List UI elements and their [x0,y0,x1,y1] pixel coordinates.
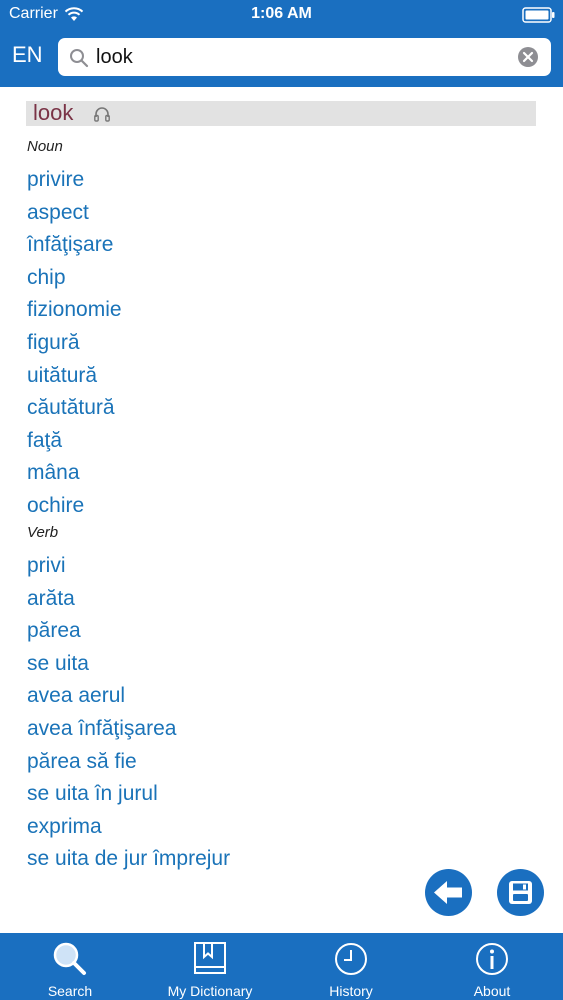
tab-label: Search [47,983,93,999]
translation-item[interactable]: uitătură [27,364,97,388]
translation-item[interactable]: figură [27,331,80,355]
headword-bar: look [26,100,536,126]
search-input[interactable] [96,38,506,76]
search-icon [70,49,89,68]
translation-item[interactable]: avea aerul [27,684,125,708]
translation-item[interactable]: ochire [27,494,84,518]
translation-item[interactable]: privi [27,554,66,578]
clear-icon[interactable] [518,47,538,67]
tab-label: History [329,983,373,999]
battery-icon [522,7,555,23]
translation-item[interactable]: părea să fie [27,750,137,774]
language-button[interactable]: EN [12,42,43,68]
tab-my-dictionary[interactable]: My Dictionary [140,933,280,1000]
translation-item[interactable]: se uita de jur împrejur [27,847,230,871]
save-icon[interactable] [497,869,544,916]
translation-item[interactable]: aspect [27,201,89,225]
translation-item[interactable]: avea înfăţişarea [27,717,176,741]
translation-item[interactable]: arăta [27,587,75,611]
pos-label-noun: Noun [27,138,63,155]
translation-item[interactable]: se uita [27,652,89,676]
translation-item[interactable]: căutătură [27,396,115,420]
tab-search[interactable]: Search [0,933,140,1000]
search-icon [53,942,86,975]
headword: look [33,100,74,125]
translation-item[interactable]: înfăţişare [27,233,113,257]
tab-about[interactable]: About [422,933,562,1000]
translation-item[interactable]: chip [27,266,66,290]
translation-item[interactable]: faţă [27,429,62,453]
book-icon [194,942,226,974]
translation-item[interactable]: se uita în jurul [27,782,158,806]
clock-icon [335,943,367,975]
tab-history[interactable]: History [281,933,421,1000]
tab-label: My Dictionary [167,983,253,999]
translation-item[interactable]: exprima [27,815,102,839]
info-icon [476,943,508,975]
tab-bar: Search My Dictionary History About [0,933,563,1000]
status-bar: Carrier 1:06 AM [0,0,563,30]
search-box[interactable] [58,38,551,76]
entry-content: look Noun privire aspect înfăţişare chip… [0,88,563,933]
translation-item[interactable]: fizionomie [27,298,122,322]
translation-item[interactable]: părea [27,619,81,643]
pos-label-verb: Verb [27,524,59,541]
tab-label: About [473,983,511,999]
back-button[interactable] [425,869,472,916]
translation-item[interactable]: mâna [27,461,80,485]
headphones-icon[interactable] [93,105,111,123]
clock-time: 1:06 AM [251,5,312,22]
translation-item[interactable]: privire [27,168,84,192]
app-header: Carrier 1:06 AM EN [0,0,563,87]
